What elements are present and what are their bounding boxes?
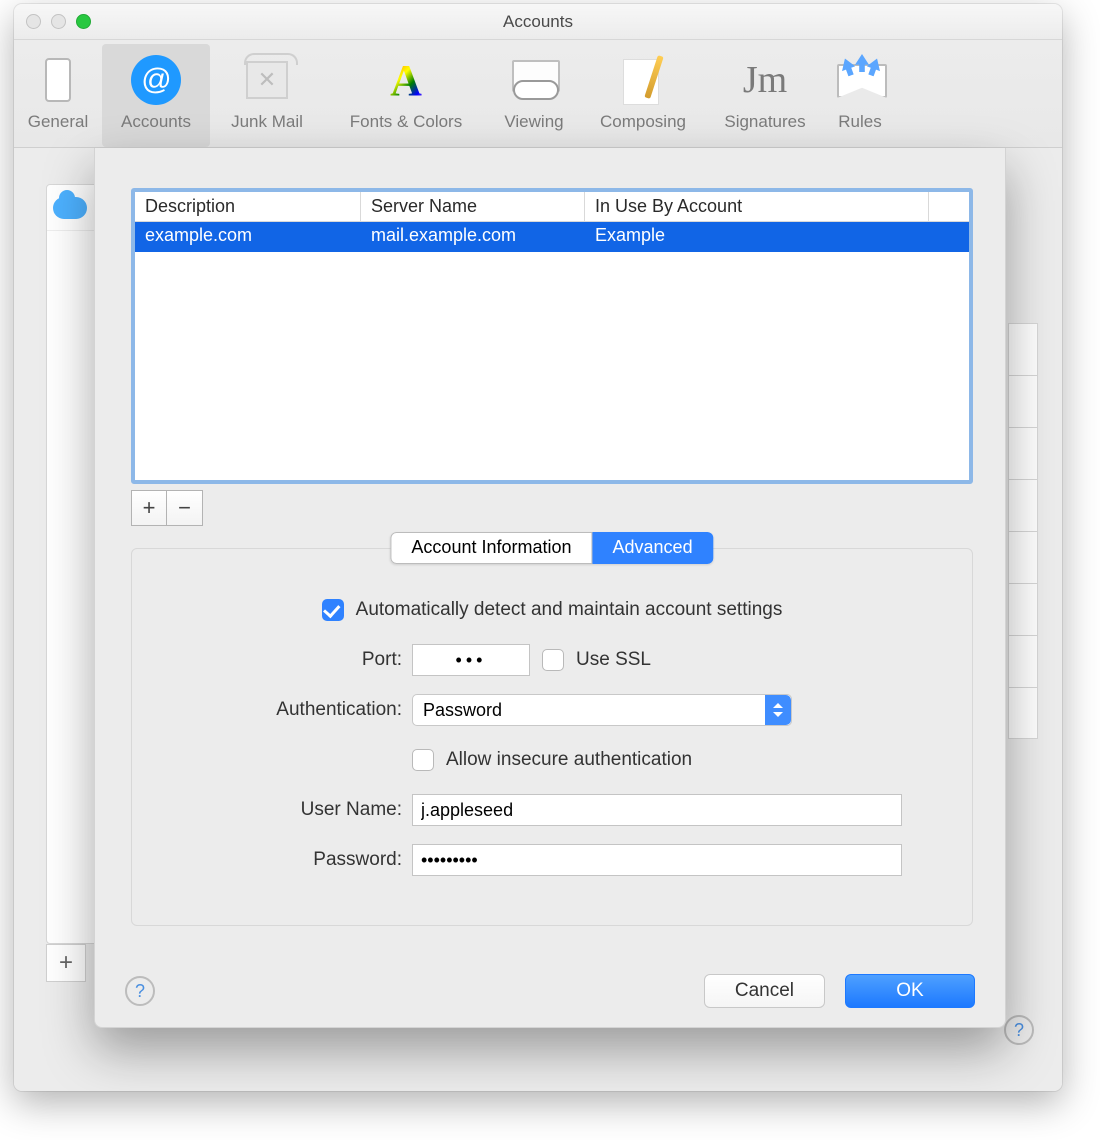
glasses-icon — [510, 60, 558, 100]
toolbar-label: Junk Mail — [231, 112, 303, 132]
server-settings-panel: Account Information Advanced Automatical… — [131, 548, 973, 926]
toolbar-label: Viewing — [504, 112, 563, 132]
toolbar-item-viewing[interactable]: Viewing — [488, 44, 580, 147]
rules-icon — [837, 62, 883, 98]
autodetect-label: Automatically detect and maintain accoun… — [356, 599, 783, 621]
remove-server-button[interactable]: − — [167, 490, 203, 526]
vertical-tab-edges — [1008, 323, 1038, 739]
toolbar-item-composing[interactable]: Composing — [580, 44, 706, 147]
server-row[interactable]: example.com mail.example.com Example — [135, 222, 969, 252]
window-title: Accounts — [14, 12, 1062, 32]
row-server: mail.example.com — [361, 222, 585, 252]
ok-button[interactable]: OK — [845, 974, 975, 1008]
col-server-name[interactable]: Server Name — [361, 192, 585, 221]
allow-insecure-checkbox[interactable] — [412, 749, 434, 771]
password-field[interactable] — [412, 844, 902, 876]
col-description[interactable]: Description — [135, 192, 361, 221]
help-button[interactable]: ? — [1004, 1015, 1034, 1045]
authentication-label: Authentication: — [132, 699, 412, 721]
allow-insecure-label: Allow insecure authentication — [446, 749, 692, 771]
toolbar-item-junk-mail[interactable]: Junk Mail — [210, 44, 324, 147]
username-label: User Name: — [132, 799, 412, 821]
icloud-icon — [53, 197, 87, 219]
use-ssl-checkbox[interactable] — [542, 649, 564, 671]
port-label: Port: — [132, 649, 412, 671]
toolbar-label: Composing — [600, 112, 686, 132]
toolbar-item-signatures[interactable]: Jm Signatures — [706, 44, 824, 147]
toolbar-item-accounts[interactable]: @ Accounts — [102, 44, 210, 147]
col-in-use-by[interactable]: In Use By Account — [585, 192, 929, 221]
window-minimize-button[interactable] — [51, 14, 66, 29]
pencil-icon — [623, 55, 663, 105]
tab-account-information[interactable]: Account Information — [390, 532, 592, 564]
preferences-window: Accounts General @ Accounts Junk Mail A … — [14, 4, 1062, 1091]
signature-icon: Jm — [743, 58, 787, 102]
cancel-button[interactable]: Cancel — [704, 974, 825, 1008]
col-spacer — [929, 192, 969, 221]
sheet-help-button[interactable]: ? — [125, 976, 155, 1006]
titlebar: Accounts — [14, 4, 1062, 40]
toolbar-label: Accounts — [121, 112, 191, 132]
toolbar-item-general[interactable]: General — [14, 44, 102, 147]
server-list[interactable]: Description Server Name In Use By Accoun… — [131, 188, 973, 484]
add-account-button[interactable]: + — [46, 944, 86, 982]
autodetect-checkbox[interactable] — [322, 599, 344, 621]
add-server-button[interactable]: + — [131, 490, 167, 526]
row-description: example.com — [135, 222, 361, 252]
font-icon: A — [390, 55, 422, 106]
trash-icon — [246, 61, 288, 99]
authentication-select[interactable]: Password — [412, 694, 792, 726]
password-label: Password: — [132, 849, 412, 871]
port-field[interactable] — [412, 644, 530, 676]
smtp-server-sheet: Description Server Name In Use By Accoun… — [94, 148, 1006, 1028]
server-list-header: Description Server Name In Use By Accoun… — [135, 192, 969, 222]
preferences-body: + ? Description Server Name In Use By Ac… — [14, 148, 1062, 1091]
toolbar-label: Fonts & Colors — [350, 112, 462, 132]
tab-advanced[interactable]: Advanced — [593, 532, 714, 564]
toolbar-item-fonts-colors[interactable]: A Fonts & Colors — [324, 44, 488, 147]
window-close-button[interactable] — [26, 14, 41, 29]
at-sign-icon: @ — [131, 55, 181, 105]
sheet-footer: ? Cancel OK — [95, 955, 1005, 1027]
authentication-value: Password — [423, 700, 502, 721]
username-field[interactable] — [412, 794, 902, 826]
use-ssl-label: Use SSL — [576, 649, 651, 671]
toolbar-item-rules[interactable]: Rules — [824, 44, 896, 147]
row-usedby: Example — [585, 222, 969, 252]
toolbar-label: General — [28, 112, 88, 132]
window-zoom-button[interactable] — [76, 14, 91, 29]
toolbar-label: Rules — [838, 112, 881, 132]
chevron-up-down-icon — [765, 695, 791, 725]
phone-icon — [45, 58, 71, 102]
preferences-toolbar: General @ Accounts Junk Mail A Fonts & C… — [14, 40, 1062, 148]
toolbar-label: Signatures — [724, 112, 805, 132]
segmented-control: Account Information Advanced — [390, 532, 713, 564]
advanced-form: Automatically detect and maintain accoun… — [132, 585, 972, 885]
